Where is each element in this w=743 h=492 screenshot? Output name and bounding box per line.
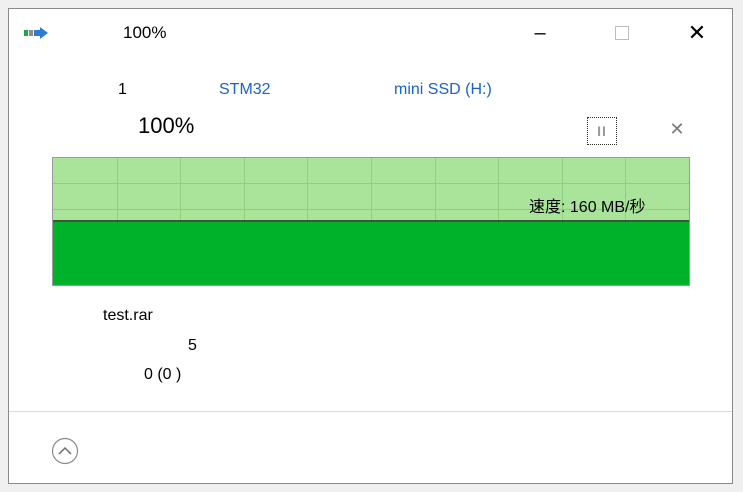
destination-link[interactable]: mini SSD (H:) <box>394 81 492 99</box>
pause-button[interactable]: II <box>587 117 617 145</box>
graph-fill-area <box>53 222 689 285</box>
file-name: test.rar <box>103 307 153 324</box>
transfer-info: 1 STM32 mini SSD (H:) <box>9 81 732 103</box>
source-link[interactable]: STM32 <box>219 81 271 99</box>
minimize-button[interactable]: – <box>517 9 563 57</box>
item-count: 1 <box>118 81 127 98</box>
maximize-icon <box>615 26 629 40</box>
speed-graph-canvas <box>53 158 689 285</box>
footer-divider <box>9 411 732 412</box>
minimize-icon: – <box>534 21 546 44</box>
pause-icon: II <box>597 123 607 139</box>
window-title: 100% <box>123 23 167 42</box>
close-icon: ✕ <box>687 20 707 45</box>
cancel-button[interactable]: ✕ <box>667 119 687 141</box>
chevron-up-circle-icon[interactable] <box>51 437 79 465</box>
items-remaining: 0 (0 ) <box>144 366 182 383</box>
percent-complete: 100% <box>138 113 195 138</box>
copy-arrow-icon <box>24 27 48 39</box>
close-button[interactable]: ✕ <box>674 9 720 57</box>
copy-progress-window: 100% – ✕ 1 STM32 mini SSD (H:) 100% II ✕… <box>8 8 733 484</box>
speed-graph: 速度: 160 MB/秒 <box>52 157 690 286</box>
speed-label: 速度: 160 MB/秒 <box>529 199 646 216</box>
title-bar[interactable]: 100% – ✕ <box>9 9 732 57</box>
maximize-button <box>599 9 645 57</box>
time-remaining: 5 <box>188 337 197 354</box>
cancel-icon: ✕ <box>669 119 685 139</box>
